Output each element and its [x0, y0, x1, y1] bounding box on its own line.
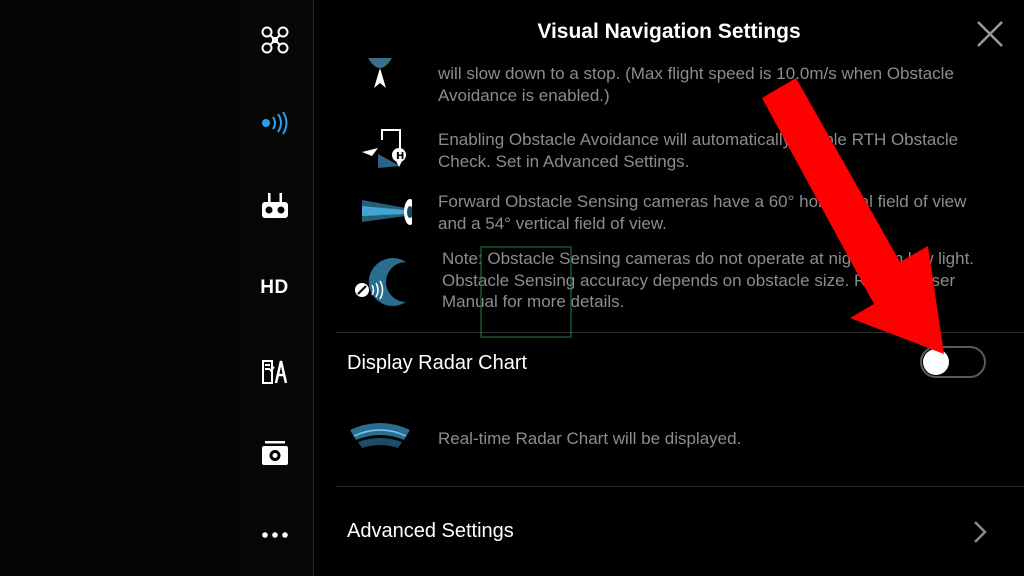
divider [336, 486, 1024, 487]
advanced-settings-chevron[interactable] [970, 518, 990, 546]
radar-chart-icon [348, 416, 412, 456]
aircraft-icon[interactable] [236, 20, 313, 60]
info-item: H Enabling Obstacle Avoidance will autom… [334, 124, 1004, 174]
remote-controller-icon[interactable] [236, 186, 313, 226]
night-sensor-icon [348, 254, 412, 310]
info-item: Real-time Radar Chart will be displayed. [334, 414, 1004, 464]
camera-icon[interactable] [236, 433, 313, 473]
hd-label: HD [260, 277, 289, 298]
display-radar-chart-label: Display Radar Chart [347, 352, 528, 374]
settings-sidebar: HD [236, 0, 313, 576]
visual-navigation-panel: Visual Navigation Settings will slow dow… [314, 0, 1024, 576]
info-item: will slow down to a stop. (Max flight sp… [334, 56, 1004, 108]
close-button[interactable] [974, 18, 1006, 50]
rth-obstacle-icon: H [348, 126, 412, 182]
hd-transmission-icon[interactable]: HD [236, 268, 313, 308]
toggle-knob [923, 349, 949, 375]
info-item: Note: Obstacle Sensing cameras do not op… [334, 246, 1004, 316]
close-icon [977, 21, 1003, 47]
info-item: Forward Obstacle Sensing cameras have a … [334, 186, 1004, 236]
forward-sensor-icon [348, 186, 416, 234]
chevron-right-icon [974, 521, 987, 543]
divider [336, 332, 1024, 333]
display-radar-chart-toggle[interactable] [920, 346, 986, 378]
camera-view-background [0, 0, 236, 576]
page-title: Visual Navigation Settings [537, 20, 801, 43]
battery-icon[interactable] [236, 351, 313, 391]
vision-sensing-icon[interactable] [236, 103, 313, 143]
svg-text:H: H [396, 151, 404, 162]
slow-down-icon [348, 56, 412, 96]
advanced-settings-item[interactable]: Advanced Settings [347, 520, 514, 543]
more-icon[interactable] [236, 515, 313, 555]
